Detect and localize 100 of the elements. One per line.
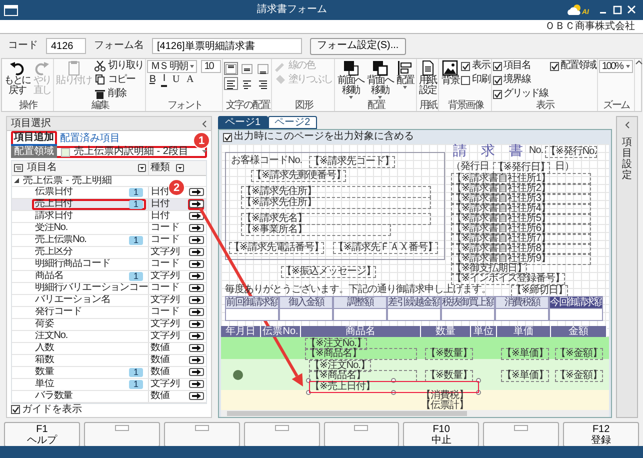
add-button[interactable]	[188, 188, 204, 196]
group-label: 配置	[366, 100, 386, 111]
align-button[interactable]	[240, 62, 254, 75]
add-button[interactable]	[188, 356, 204, 364]
resize-handle[interactable]	[391, 378, 396, 383]
resize-handle[interactable]	[476, 378, 481, 383]
function-key[interactable]	[244, 422, 320, 447]
function-key[interactable]: F1 ヘルプ	[4, 422, 80, 447]
checkbox-label: 配置領域	[560, 60, 596, 72]
ribbon-button[interactable]: 背面へ 移動	[366, 60, 394, 99]
add-button[interactable]	[188, 248, 204, 256]
checkbox[interactable]	[11, 405, 20, 414]
form-field[interactable]: 【※請求先電話番号】	[229, 242, 324, 254]
form-field[interactable]: 【※発行No.	[545, 146, 598, 158]
add-button[interactable]	[188, 284, 204, 292]
form-name-field[interactable]: [4126]単票明細請求書	[152, 38, 302, 54]
add-button[interactable]	[188, 380, 204, 388]
collapse-icon[interactable]	[624, 121, 630, 129]
resize-handle[interactable]	[391, 390, 396, 395]
ribbon-button[interactable]: 背景	[440, 60, 460, 86]
form-field[interactable]: 【※請求先ＦＡＸ番号】	[333, 242, 438, 254]
add-button[interactable]	[188, 332, 204, 340]
form-field[interactable]: 【※請求先コード】	[309, 156, 395, 168]
add-button[interactable]	[188, 308, 204, 316]
function-key[interactable]	[84, 422, 160, 447]
collapse-icon[interactable]	[634, 59, 643, 65]
add-button[interactable]	[188, 224, 204, 232]
collapse-icon[interactable]	[201, 120, 207, 128]
checkbox[interactable]	[492, 90, 502, 98]
list-row[interactable]: 売上日付 1 日付	[12, 198, 206, 210]
filter-icon[interactable]	[138, 164, 146, 172]
form-field[interactable]: 【※発行日】	[493, 162, 550, 174]
add-button[interactable]	[188, 260, 204, 268]
item-name: 商品名	[35, 271, 64, 281]
ribbon-button[interactable]: 配置	[395, 60, 415, 89]
function-key[interactable]: F12 登録	[563, 422, 639, 447]
format-button[interactable]: I	[160, 73, 166, 87]
form-field[interactable]: 【※数量】	[425, 348, 473, 360]
expanded-icon[interactable]	[14, 178, 19, 183]
format-button[interactable]: A	[184, 74, 195, 86]
align-button[interactable]	[224, 62, 238, 75]
checkbox[interactable]	[550, 62, 559, 70]
resize-handle[interactable]	[306, 378, 311, 383]
add-button[interactable]	[188, 368, 204, 376]
filter-icon[interactable]	[176, 164, 184, 172]
page-tab[interactable]: ページ1	[218, 116, 268, 129]
tab[interactable]: 配置済み項目	[57, 132, 123, 145]
form-field[interactable]: 【※数量】	[425, 370, 473, 382]
form-field[interactable]: 【※請求先名】	[241, 213, 431, 225]
form-field[interactable]: 【※事業所名】	[241, 224, 391, 236]
form-field[interactable]: 【※請求先住所】	[241, 186, 431, 198]
function-key[interactable]	[164, 422, 240, 447]
checkbox[interactable]	[492, 62, 502, 70]
ribbon-button[interactable]: 用紙 設定	[418, 60, 438, 96]
ribbon-button[interactable]: 削除	[93, 88, 144, 100]
add-button[interactable]	[188, 236, 204, 244]
resize-handle[interactable]	[306, 390, 311, 395]
panel-title: 項目選択	[11, 118, 51, 130]
add-button[interactable]	[188, 272, 204, 280]
dropdown[interactable]: 100%	[598, 60, 633, 73]
count-badge: 1	[129, 188, 142, 196]
form-field[interactable]: 【※請求先住所】	[241, 197, 431, 209]
checkbox[interactable]	[492, 76, 502, 84]
form-field[interactable]: 【※単価】	[501, 370, 549, 382]
function-key[interactable]	[483, 422, 560, 447]
add-button[interactable]	[188, 392, 204, 400]
align-icon	[241, 64, 254, 74]
checkbox[interactable]	[461, 62, 470, 70]
ribbon-button[interactable]: 切り取り	[93, 60, 144, 72]
align-button[interactable]	[224, 77, 238, 90]
add-button[interactable]	[188, 320, 204, 328]
resize-handle[interactable]	[476, 390, 481, 395]
function-key[interactable]: F10 中止	[403, 422, 480, 447]
check-icon	[462, 62, 470, 70]
checkbox[interactable]	[461, 76, 470, 84]
add-button[interactable]	[188, 296, 204, 304]
form-field[interactable]: 【※商品名】	[305, 348, 417, 360]
ribbon-button[interactable]: コピー	[93, 74, 144, 86]
checkbox[interactable]	[223, 132, 232, 142]
form-field[interactable]: 【※単価】	[501, 348, 549, 360]
scrollbar[interactable]	[221, 410, 609, 417]
ribbon-button[interactable]: もとに 戻す	[3, 60, 32, 96]
form-field[interactable]: 【※金額】	[555, 348, 603, 360]
function-key[interactable]	[324, 422, 400, 447]
form-settings-button[interactable]: フォーム設定(S)...	[310, 38, 406, 54]
page-tab[interactable]: ページ2	[268, 116, 318, 129]
form-field[interactable]: 【※金額】	[555, 370, 603, 382]
form-field[interactable]: 【※インボイス登録番号】	[451, 273, 566, 285]
dropdown[interactable]: ＭＳ 明朝	[147, 60, 198, 73]
align-button[interactable]	[256, 62, 270, 75]
add-button[interactable]	[188, 344, 204, 352]
add-button[interactable]	[188, 212, 204, 220]
code-field[interactable]: 4126	[46, 38, 86, 54]
format-button[interactable]: U	[170, 74, 181, 86]
form-field[interactable]: 【※請求先郵便番号】	[251, 170, 346, 182]
ribbon-button[interactable]: 前面へ 移動	[336, 60, 365, 99]
form-field[interactable]: 【※振込メッセージ】	[281, 266, 376, 278]
item-type: 文字列	[148, 330, 186, 342]
size-field[interactable]: 10	[201, 60, 222, 73]
format-button[interactable]: B	[147, 74, 157, 86]
